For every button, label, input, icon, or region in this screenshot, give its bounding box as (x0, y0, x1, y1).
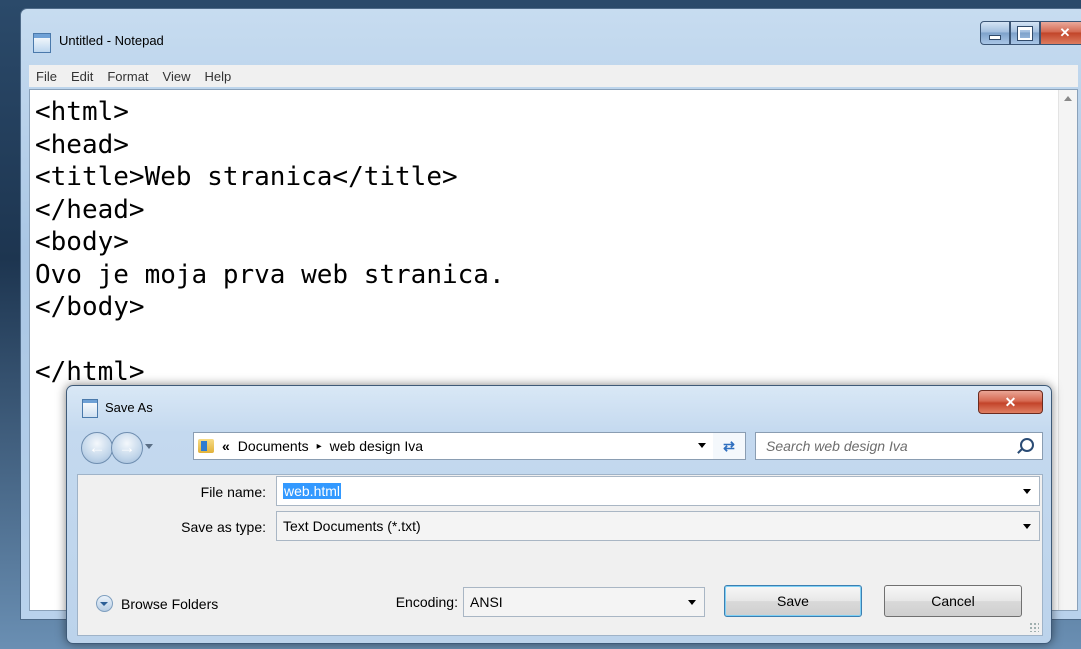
maximize-button[interactable] (1010, 21, 1040, 45)
resize-grip-icon[interactable] (1029, 622, 1039, 632)
menu-help[interactable]: Help (197, 69, 238, 84)
browse-folders-label: Browse Folders (121, 595, 219, 612)
file-name-label: File name: (200, 484, 266, 500)
cancel-button[interactable]: Cancel (884, 585, 1022, 617)
menu-edit[interactable]: Edit (64, 69, 100, 84)
save-as-type-value: Text Documents (*.txt) (283, 518, 421, 534)
dialog-details-panel: File name: web.html Save as type: Text D… (77, 474, 1043, 636)
forward-arrow-icon: → (118, 438, 136, 457)
caption-buttons: ✕ (980, 21, 1081, 45)
back-arrow-icon: ← (88, 438, 106, 457)
menu-file[interactable]: File (29, 69, 64, 84)
close-icon: ✕ (1004, 393, 1017, 410)
close-icon: ✕ (1059, 25, 1071, 40)
encoding-label: Encoding: (395, 594, 458, 610)
editor-content[interactable]: <html> <head> <title>Web stranica</title… (35, 96, 505, 389)
breadcrumb-separator-icon[interactable]: ▸ (317, 441, 322, 452)
search-input[interactable] (764, 437, 1008, 455)
search-icon[interactable] (1020, 438, 1034, 452)
dialog-close-button[interactable]: ✕ (978, 390, 1043, 414)
browse-folders-toggle[interactable]: Browse Folders (96, 595, 218, 612)
menu-bar: File Edit Format View Help (29, 65, 1078, 87)
scroll-up-icon[interactable] (1064, 96, 1072, 101)
save-as-dialog: Save As ✕ ← → « Documents ▸ web design I… (66, 385, 1052, 644)
dialog-app-icon (82, 399, 98, 418)
close-button[interactable]: ✕ (1040, 21, 1081, 45)
overflow-chevron[interactable]: « (222, 438, 230, 454)
encoding-select[interactable]: ANSI (463, 587, 705, 617)
vertical-scrollbar[interactable] (1058, 90, 1077, 610)
menu-format[interactable]: Format (100, 69, 155, 84)
save-as-type-select[interactable]: Text Documents (*.txt) (276, 511, 1040, 541)
notepad-title: Untitled - Notepad (59, 33, 164, 48)
encoding-value: ANSI (470, 594, 503, 610)
save-as-type-dropdown-icon[interactable] (1023, 524, 1031, 529)
address-bar[interactable]: « Documents ▸ web design Iva (193, 432, 715, 460)
search-box[interactable] (755, 432, 1043, 460)
notepad-titlebar[interactable]: Untitled - Notepad ✕ (21, 9, 1081, 61)
save-button[interactable]: Save (724, 585, 862, 617)
address-dropdown-icon[interactable] (698, 443, 706, 448)
minimize-icon (989, 34, 1001, 40)
recent-locations-dropdown-icon[interactable] (145, 444, 153, 449)
maximize-icon (1018, 26, 1032, 40)
file-name-dropdown-icon[interactable] (1023, 489, 1031, 494)
notepad-app-icon[interactable] (33, 33, 51, 53)
dialog-title: Save As (105, 400, 153, 415)
folder-icon (198, 439, 214, 453)
breadcrumb-documents[interactable]: Documents (238, 438, 309, 454)
refresh-icon: ⇄ (723, 437, 735, 454)
encoding-dropdown-icon[interactable] (688, 600, 696, 605)
save-as-type-label: Save as type: (181, 519, 266, 535)
back-button[interactable]: ← (81, 432, 113, 464)
refresh-button[interactable]: ⇄ (713, 432, 746, 460)
forward-button[interactable]: → (111, 432, 143, 464)
minimize-button[interactable] (980, 21, 1010, 45)
breadcrumb-web-design-iva[interactable]: web design Iva (330, 438, 423, 454)
menu-view[interactable]: View (156, 69, 198, 84)
expand-icon (96, 595, 113, 612)
file-name-field[interactable]: web.html (276, 476, 1040, 506)
file-name-value[interactable]: web.html (283, 483, 342, 499)
